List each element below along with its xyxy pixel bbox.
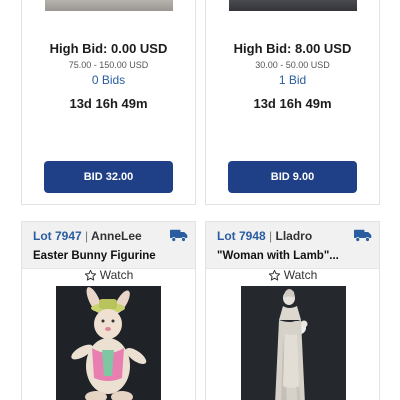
item-photo[interactable] xyxy=(241,286,346,400)
bid-count-link[interactable]: 1 Bid xyxy=(206,73,379,87)
lot-number-link[interactable]: Lot 7948 xyxy=(217,229,266,243)
watch-label: Watch xyxy=(99,268,134,282)
estimate-range: 30.00 - 50.00 USD xyxy=(255,60,330,70)
separator: | xyxy=(85,229,89,243)
watch-label: Watch xyxy=(283,268,318,282)
bid-button[interactable]: BID 32.00 xyxy=(44,161,173,193)
high-bid: High Bid: 8.00 USD xyxy=(233,41,352,56)
bid-count-link[interactable]: 0 Bids xyxy=(22,73,195,87)
lot-title-link[interactable]: "Woman with Lamb"... xyxy=(217,250,369,262)
lot-number-link[interactable]: Lot 7947 xyxy=(33,229,82,243)
consignor-name: Lladro xyxy=(275,229,313,243)
auction-card: Lot 7948 | Lladro "Woman with Lamb"... W… xyxy=(205,221,380,400)
bid-button[interactable]: BID 9.00 xyxy=(228,161,357,193)
estimate-range: 75.00 - 150.00 USD xyxy=(68,60,149,70)
auction-card: High Bid: 8.00 USD 30.00 - 50.00 USD 1 B… xyxy=(205,0,380,205)
lot-line: Lot 7947 | AnneLee xyxy=(33,229,142,243)
lot-header: Lot 7947 | AnneLee Easter Bunny Figurine xyxy=(22,222,195,269)
truck-icon xyxy=(170,229,188,242)
lot-header: Lot 7948 | Lladro "Woman with Lamb"... xyxy=(206,222,379,269)
star-outline-icon xyxy=(84,269,96,281)
bunny-figurine-image xyxy=(56,286,161,400)
item-photo[interactable] xyxy=(229,0,357,11)
time-remaining: 13d 16h 49m xyxy=(253,96,332,111)
consignor-name: AnneLee xyxy=(91,229,142,243)
auction-card: Lot 7947 | AnneLee Easter Bunny Figurine… xyxy=(21,221,196,400)
watch-button[interactable]: Watch xyxy=(22,268,195,282)
watch-button[interactable]: Watch xyxy=(206,268,379,282)
truck-icon xyxy=(354,229,372,242)
item-photo[interactable] xyxy=(56,286,161,400)
separator: | xyxy=(269,229,273,243)
lladro-figurine-image xyxy=(241,286,346,400)
star-outline-icon xyxy=(268,269,280,281)
lot-title-link[interactable]: Easter Bunny Figurine xyxy=(33,250,185,262)
time-remaining: 13d 16h 49m xyxy=(69,96,148,111)
auction-card: High Bid: 0.00 USD 75.00 - 150.00 USD 0 … xyxy=(21,0,196,205)
high-bid: High Bid: 0.00 USD xyxy=(49,41,168,56)
item-photo[interactable] xyxy=(45,0,173,11)
lot-line: Lot 7948 | Lladro xyxy=(217,229,312,243)
